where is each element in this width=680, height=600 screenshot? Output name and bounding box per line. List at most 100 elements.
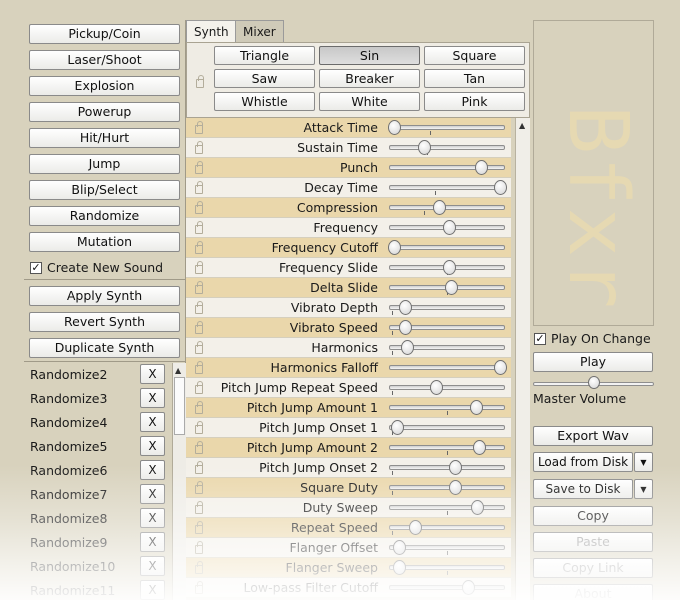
tab-synth[interactable]: Synth [186, 20, 237, 42]
slider-knob[interactable] [494, 360, 507, 375]
param-slider[interactable] [389, 565, 505, 570]
lock-icon[interactable] [195, 381, 203, 394]
param-slider[interactable] [389, 245, 505, 250]
slider-knob[interactable] [443, 260, 456, 275]
lock-icon[interactable] [195, 241, 203, 254]
load-dropdown-button[interactable]: ▼ [634, 452, 653, 472]
lock-icon[interactable] [195, 161, 203, 174]
generator-button-blip-select[interactable]: Blip/Select [29, 180, 180, 200]
generator-button-mutation[interactable]: Mutation [29, 232, 180, 252]
master-volume-knob[interactable] [588, 376, 600, 389]
slider-knob[interactable] [462, 580, 475, 595]
copy-link-button[interactable]: Copy Link [533, 558, 653, 578]
history-scrollbar[interactable]: ▲ [172, 363, 186, 600]
revert-synth-button[interactable]: Revert Synth [29, 312, 180, 332]
waveform-button-white[interactable]: White [319, 92, 420, 111]
history-remove-button[interactable]: X [140, 436, 165, 456]
slider-knob[interactable] [391, 420, 404, 435]
param-slider[interactable] [389, 425, 505, 430]
param-slider[interactable] [389, 465, 505, 470]
lock-icon[interactable] [195, 281, 203, 294]
slider-knob[interactable] [393, 540, 406, 555]
param-slider[interactable] [389, 585, 505, 590]
slider-knob[interactable] [449, 460, 462, 475]
slider-knob[interactable] [443, 220, 456, 235]
slider-knob[interactable] [430, 380, 443, 395]
slider-knob[interactable] [418, 140, 431, 155]
slider-knob[interactable] [433, 200, 446, 215]
lock-icon[interactable] [195, 121, 203, 134]
history-item[interactable]: Randomize3 X [24, 387, 174, 411]
param-slider[interactable] [389, 525, 505, 530]
param-slider[interactable] [389, 185, 505, 190]
scroll-up-arrow-icon[interactable]: ▲ [519, 121, 525, 130]
slider-knob[interactable] [401, 340, 414, 355]
lock-icon[interactable] [195, 541, 203, 554]
waveform-button-pink[interactable]: Pink [424, 92, 525, 111]
param-slider[interactable] [389, 545, 505, 550]
history-item[interactable]: Randomize9 X [24, 531, 174, 555]
param-slider[interactable] [389, 365, 505, 370]
lock-icon[interactable] [195, 321, 203, 334]
slider-knob[interactable] [494, 180, 507, 195]
save-to-disk-button[interactable]: Save to Disk [533, 479, 633, 499]
generator-button-laser-shoot[interactable]: Laser/Shoot [29, 50, 180, 70]
play-on-change-checkbox[interactable]: ✓ [534, 333, 546, 345]
slider-knob[interactable] [393, 560, 406, 575]
play-button[interactable]: Play [533, 352, 653, 372]
waveform-button-saw[interactable]: Saw [214, 69, 315, 88]
slider-knob[interactable] [471, 500, 484, 515]
load-from-disk-button[interactable]: Load from Disk [533, 452, 633, 472]
param-slider[interactable] [389, 385, 505, 390]
generator-button-hit-hurt[interactable]: Hit/Hurt [29, 128, 180, 148]
generator-button-explosion[interactable]: Explosion [29, 76, 180, 96]
lock-icon[interactable] [195, 501, 203, 514]
history-item[interactable]: Randomize7 X [24, 483, 174, 507]
slider-knob[interactable] [473, 440, 486, 455]
lock-icon[interactable] [195, 201, 203, 214]
waveform-button-tan[interactable]: Tan [424, 69, 525, 88]
history-item[interactable]: Randomize6 X [24, 459, 174, 483]
waveform-button-whistle[interactable]: Whistle [214, 92, 315, 111]
generator-button-pickup-coin[interactable]: Pickup/Coin [29, 24, 180, 44]
history-remove-button[interactable]: X [140, 532, 165, 552]
history-item[interactable]: Randomize2 X [24, 363, 174, 387]
generator-button-randomize[interactable]: Randomize [29, 206, 180, 226]
history-remove-button[interactable]: X [140, 412, 165, 432]
lock-icon[interactable] [195, 421, 203, 434]
lock-icon[interactable] [195, 341, 203, 354]
apply-synth-button[interactable]: Apply Synth [29, 286, 180, 306]
lock-icon[interactable] [195, 561, 203, 574]
lock-icon[interactable] [195, 221, 203, 234]
history-item[interactable]: Randomize11 X [24, 579, 174, 600]
scrollbar-thumb[interactable] [174, 377, 185, 435]
param-slider[interactable] [389, 125, 505, 130]
duplicate-synth-button[interactable]: Duplicate Synth [29, 338, 180, 358]
create-new-sound-checkbox[interactable]: ✓ [30, 262, 42, 274]
lock-icon[interactable] [195, 141, 203, 154]
param-slider[interactable] [389, 505, 505, 510]
waveform-button-sin[interactable]: Sin [319, 46, 420, 65]
param-slider[interactable] [389, 205, 505, 210]
history-remove-button[interactable]: X [140, 388, 165, 408]
lock-icon[interactable] [195, 181, 203, 194]
history-item[interactable]: Randomize5 X [24, 435, 174, 459]
history-remove-button[interactable]: X [140, 364, 165, 384]
lock-icon[interactable] [195, 521, 203, 534]
tab-mixer[interactable]: Mixer [235, 20, 284, 42]
generator-button-jump[interactable]: Jump [29, 154, 180, 174]
waveform-button-triangle[interactable]: Triangle [214, 46, 315, 65]
slider-knob[interactable] [475, 160, 488, 175]
waveform-button-breaker[interactable]: Breaker [319, 69, 420, 88]
slider-knob[interactable] [399, 300, 412, 315]
history-remove-button[interactable]: X [140, 580, 165, 600]
slider-knob[interactable] [388, 240, 401, 255]
history-item[interactable]: Randomize4 X [24, 411, 174, 435]
lock-icon[interactable] [195, 301, 203, 314]
history-remove-button[interactable]: X [140, 460, 165, 480]
lock-icon[interactable] [195, 481, 203, 494]
param-slider[interactable] [389, 145, 505, 150]
history-remove-button[interactable]: X [140, 484, 165, 504]
lock-icon[interactable] [195, 461, 203, 474]
copy-button[interactable]: Copy [533, 506, 653, 526]
